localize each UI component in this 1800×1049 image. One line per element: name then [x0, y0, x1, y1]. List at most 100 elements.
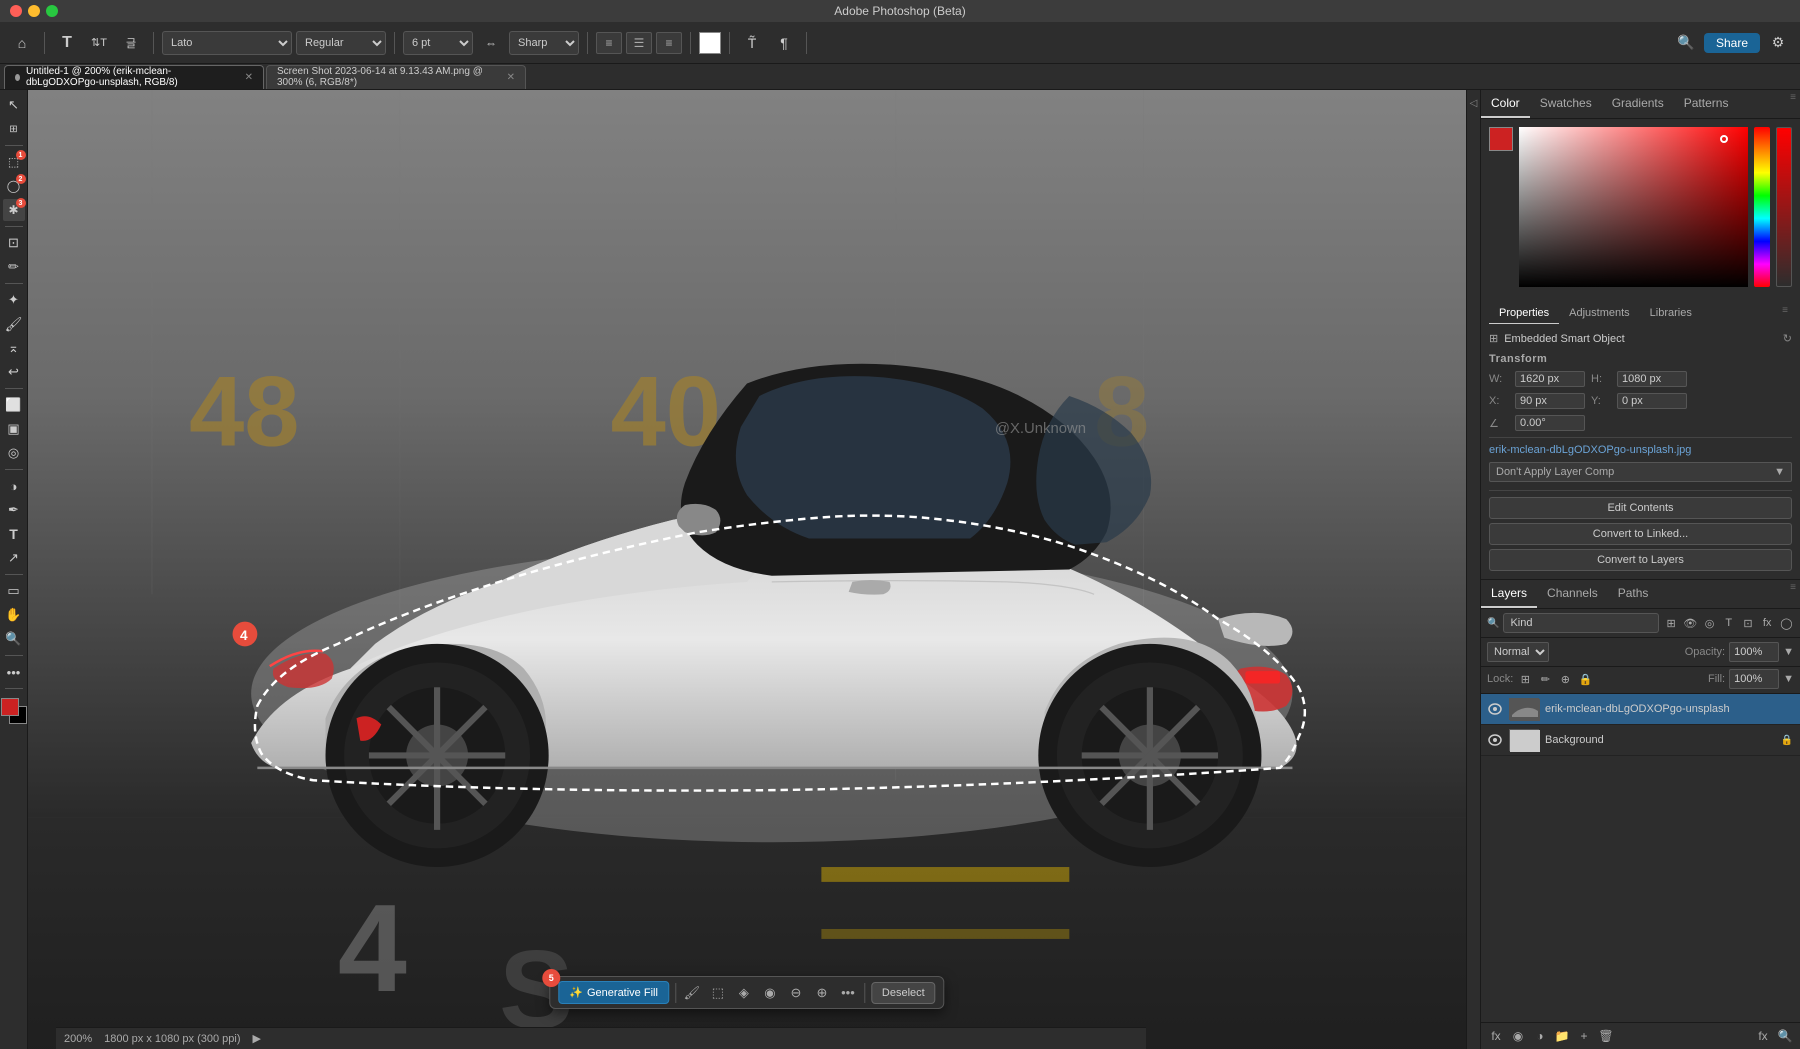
edit-contents-button[interactable]: Edit Contents [1489, 497, 1792, 519]
x-value[interactable]: 90 px [1515, 393, 1585, 409]
color-swatches-area[interactable] [1, 698, 27, 724]
brush-tool[interactable]: 🖌 [3, 313, 25, 335]
layers-effect-filter[interactable]: fx [1760, 614, 1775, 632]
layer-visibility-1[interactable] [1487, 701, 1503, 717]
filter-toggle[interactable]: ◯ [1779, 614, 1794, 632]
fill-chevron[interactable]: ▼ [1783, 673, 1794, 685]
layer-visibility-2[interactable] [1487, 732, 1503, 748]
ft-feather-icon[interactable]: ◈ [734, 983, 754, 1003]
magic-wand-tool[interactable]: ✱ 3 [3, 199, 25, 221]
delete-layer-button[interactable]: 🗑 [1597, 1027, 1615, 1045]
path-select-tool[interactable]: ↗ [3, 547, 25, 569]
opacity-strip[interactable] [1776, 127, 1792, 287]
filename-link[interactable]: erik-mclean-dbLgODXOPgo-unsplash.jpg [1489, 444, 1691, 456]
layers-type-filter[interactable]: T [1721, 614, 1736, 632]
generative-fill-button[interactable]: ✨ Generative Fill [558, 981, 669, 1004]
adjustments-tab[interactable]: Adjustments [1559, 303, 1640, 324]
ft-brush-icon[interactable]: 🖌 [682, 983, 702, 1003]
patterns-tab[interactable]: Patterns [1674, 90, 1739, 118]
status-arrow[interactable]: ▶ [253, 1032, 261, 1045]
color-tab[interactable]: Color [1481, 90, 1530, 118]
warped-text-button[interactable]: T̃ [738, 29, 766, 57]
gradient-tool[interactable]: ▣ [3, 418, 25, 440]
align-center-button[interactable]: ☰ [626, 32, 652, 54]
more-tools[interactable]: ••• [3, 661, 25, 683]
ft-subtract-icon[interactable]: ⊖ [786, 983, 806, 1003]
foreground-color[interactable] [1, 698, 19, 716]
deselect-button[interactable]: Deselect [871, 982, 936, 1004]
maximize-button[interactable] [46, 5, 58, 17]
text-color-swatch[interactable] [699, 32, 721, 54]
color-cursor[interactable] [1720, 135, 1728, 143]
marquee-tool[interactable]: ⬚ 1 [3, 151, 25, 173]
traffic-lights[interactable] [10, 5, 58, 17]
fill-input[interactable] [1729, 669, 1779, 689]
layers-panel-collapse[interactable]: ≡ [1786, 580, 1800, 594]
layers-adjust-filter[interactable]: ◎ [1702, 614, 1717, 632]
tab1-close[interactable]: ✕ [245, 72, 253, 83]
ft-transform-icon[interactable]: ⬚ [708, 983, 728, 1003]
add-fx-button[interactable]: fx [1487, 1027, 1505, 1045]
move-tool[interactable]: ↖ [3, 94, 25, 116]
lock-move-icon[interactable]: ⊕ [1557, 671, 1573, 687]
canvas-area[interactable]: 48 40 8 4 S [28, 90, 1466, 1049]
layers-search-icon[interactable]: 🔍 [1776, 1027, 1794, 1045]
eraser-tool[interactable]: ⬜ [3, 394, 25, 416]
tab-screenshot[interactable]: Screen Shot 2023-06-14 at 9.13.43 AM.png… [266, 65, 526, 89]
shape-tool[interactable]: ▭ [3, 580, 25, 602]
search-button[interactable]: 🔍 [1672, 29, 1700, 57]
hand-tool[interactable]: ✋ [3, 604, 25, 626]
character-panel-button[interactable]: ¶ [770, 29, 798, 57]
history-brush-tool[interactable]: ↩ [3, 361, 25, 383]
blend-mode-select[interactable]: Normal [1487, 642, 1549, 662]
layers-tab-paths[interactable]: Paths [1608, 580, 1659, 608]
color-gradient-picker[interactable] [1519, 127, 1748, 287]
layers-tab-layers[interactable]: Layers [1481, 580, 1537, 608]
width-value[interactable]: 1620 px [1515, 371, 1585, 387]
settings-button[interactable]: ⚙ [1764, 29, 1792, 57]
type-tool-button[interactable]: T [53, 29, 81, 57]
zoom-tool[interactable]: 🔍 [3, 628, 25, 650]
color-panel-collapse[interactable]: ≡ [1786, 90, 1800, 104]
tab2-close[interactable]: ✕ [507, 72, 515, 83]
font-size-select[interactable]: 6 pt [403, 31, 473, 55]
share-button[interactable]: Share [1704, 33, 1760, 53]
add-adjustment-button[interactable]: ◑ [1531, 1027, 1549, 1045]
ft-more-icon[interactable]: ••• [838, 983, 858, 1003]
crop-tool[interactable]: ⊡ [3, 232, 25, 254]
tab-untitled1[interactable]: Untitled-1 @ 200% (erik-mclean-dbLgODXOP… [4, 65, 264, 89]
artboard-tool[interactable]: ⊞ [3, 118, 25, 140]
anti-alias-select[interactable]: Sharp [509, 31, 579, 55]
dodge-tool[interactable]: ◑ [3, 475, 25, 497]
ft-intersect-icon[interactable]: ⊕ [812, 983, 832, 1003]
angle-value[interactable]: 0.00° [1515, 415, 1585, 431]
lasso-tool[interactable]: ◯ 2 [3, 175, 25, 197]
align-right-button[interactable]: ≡ [656, 32, 682, 54]
clone-stamp-tool[interactable]: ⌅ [3, 337, 25, 359]
hue-strip[interactable] [1754, 127, 1770, 287]
collapse-panels-button[interactable]: ◁ [1470, 98, 1478, 109]
close-button[interactable] [10, 5, 22, 17]
convert-layers-button[interactable]: Convert to Layers [1489, 549, 1792, 571]
layer-item-background[interactable]: Background 🔒 [1481, 725, 1800, 756]
font-family-select[interactable]: Lato [162, 31, 292, 55]
swatches-tab[interactable]: Swatches [1530, 90, 1602, 118]
align-left-button[interactable]: ≡ [596, 32, 622, 54]
layers-visibility-filter[interactable]: 👁 [1683, 614, 1698, 632]
blur-tool[interactable]: ◎ [3, 442, 25, 464]
add-mask-button[interactable]: ◉ [1509, 1027, 1527, 1045]
text-orientation-button[interactable]: ⇅T [85, 29, 113, 57]
home-button[interactable]: ⌂ [8, 29, 36, 57]
opacity-input[interactable] [1729, 642, 1779, 662]
minimize-button[interactable] [28, 5, 40, 17]
height-value[interactable]: 1080 px [1617, 371, 1687, 387]
layer-comp-dropdown[interactable]: Don't Apply Layer Comp ▼ [1489, 462, 1792, 482]
pen-tool[interactable]: ✒ [3, 499, 25, 521]
layers-tab-channels[interactable]: Channels [1537, 580, 1608, 608]
layers-filter-icons[interactable]: ⊞ [1663, 614, 1678, 632]
opacity-chevron[interactable]: ▼ [1783, 646, 1794, 658]
resize-icon[interactable]: ⇔ [477, 29, 505, 57]
eyedropper-tool[interactable]: ✏ [3, 256, 25, 278]
gradients-tab[interactable]: Gradients [1602, 90, 1674, 118]
libraries-tab[interactable]: Libraries [1640, 303, 1702, 324]
